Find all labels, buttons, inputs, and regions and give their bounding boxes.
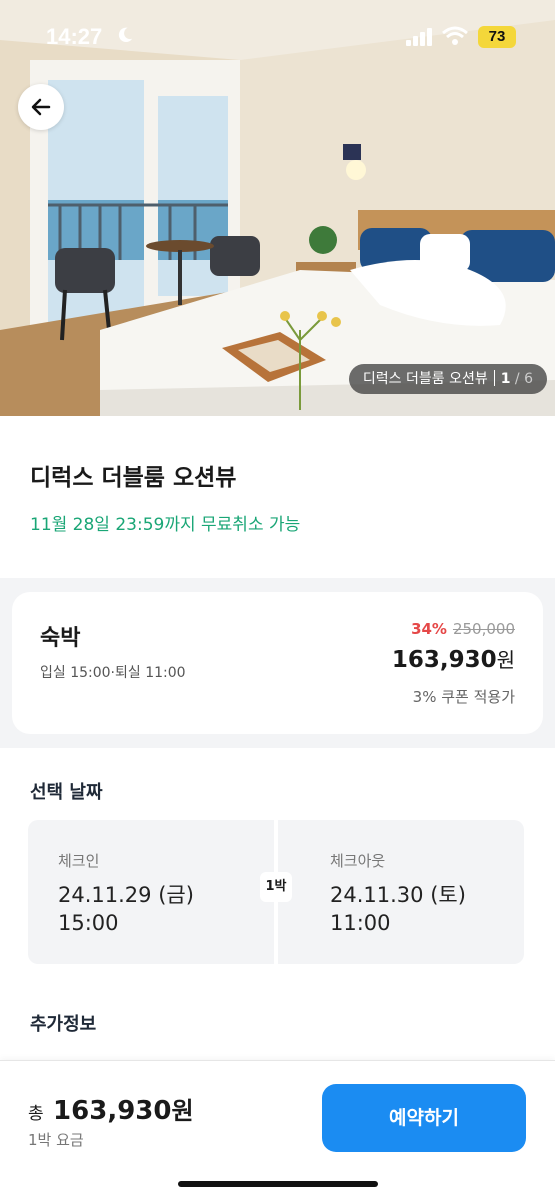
final-price-currency: 원 (496, 648, 515, 672)
discount-row: 34% 250,000 (411, 620, 515, 638)
reserve-button[interactable]: 예약하기 (322, 1084, 526, 1152)
final-price-amount: 163,930 (391, 647, 497, 673)
free-cancel-note: 11월 28일 23:59까지 무료취소 가능 (30, 515, 301, 535)
coupon-note: 3% 쿠폰 적용가 (412, 688, 515, 706)
cellular-signal-icon (406, 28, 432, 46)
total-amount: 163,930 (53, 1096, 172, 1126)
original-price: 250,000 (452, 620, 515, 638)
checkout-label: 체크아웃 (330, 852, 386, 870)
photo-index: 1 (500, 371, 511, 387)
checkin-label: 체크인 (58, 852, 100, 870)
extra-info-title: 추가정보 (30, 1014, 97, 1035)
selected-dates-title: 선택 날짜 (30, 782, 103, 803)
bottom-booking-bar: 총 163,930원 1박 요금 예약하기 (0, 1060, 555, 1200)
discount-percent: 34% (411, 620, 447, 638)
battery-indicator: 73 (478, 26, 516, 48)
photo-total: / 6 (514, 371, 533, 387)
checkin-column[interactable]: 체크인 24.11.29 (금) 15:00 (58, 850, 194, 937)
arrow-left-icon (31, 98, 51, 116)
nights-badge: 1박 (260, 872, 292, 902)
photo-caption: 디럭스 더블룸 오션뷰 1 / 6 (348, 364, 547, 394)
per-night-label: 1박 요금 (28, 1131, 84, 1149)
do-not-disturb-moon-icon (118, 27, 133, 43)
checkin-time: 15:00 (58, 911, 119, 935)
price-card: 숙박 입실 15:00·퇴실 11:00 34% 250,000 163,930원… (12, 592, 543, 734)
wifi-icon (442, 26, 468, 45)
home-indicator[interactable] (178, 1181, 378, 1187)
date-selector[interactable]: 1박 체크인 24.11.29 (금) 15:00 체크아웃 24.11.30 … (28, 820, 524, 964)
room-title: 디럭스 더블룸 오션뷰 (30, 465, 237, 491)
stay-type-label: 숙박 (40, 626, 81, 651)
checkout-time: 11:00 (330, 911, 391, 935)
final-price: 163,930원 (392, 644, 515, 673)
battery-level: 73 (488, 28, 506, 45)
status-time: 14:27 (46, 24, 103, 49)
photo-caption-name: 디럭스 더블룸 오션뷰 (362, 371, 488, 387)
back-button[interactable] (18, 84, 64, 130)
total-price: 총 163,930원 (28, 1091, 194, 1126)
checkout-column[interactable]: 체크아웃 24.11.30 (토) 11:00 (330, 850, 466, 937)
checkout-date: 24.11.30 (토) (330, 883, 466, 907)
checkin-checkout-time: 입실 15:00·퇴실 11:00 (40, 665, 186, 681)
caption-separator (493, 370, 495, 386)
checkin-date: 24.11.29 (금) (58, 883, 194, 907)
total-prefix: 총 (28, 1104, 44, 1124)
total-currency: 원 (171, 1097, 194, 1125)
status-bar: 14:27 73 (0, 0, 555, 70)
